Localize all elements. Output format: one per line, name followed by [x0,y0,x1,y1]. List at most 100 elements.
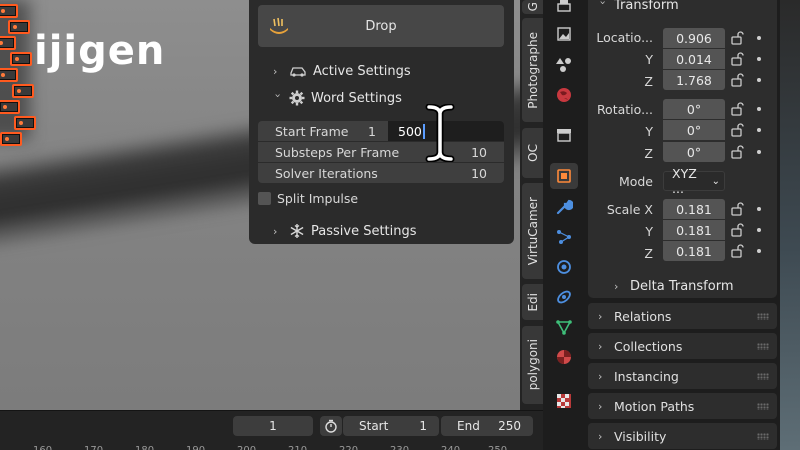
lock-open-icon[interactable] [730,73,744,87]
drag-handle-icon[interactable] [757,342,769,350]
instancing-section[interactable]: › Instancing [588,363,777,389]
drop-button[interactable]: Drop [258,5,504,47]
lock-open-icon[interactable] [730,244,744,258]
tab-virtucamer[interactable]: VirtuCamer [522,183,543,279]
lock-open-icon[interactable] [730,223,744,237]
motion-paths-section[interactable]: › Motion Paths [588,393,777,419]
lock-open-icon[interactable] [730,145,744,159]
keyframe-dot-icon[interactable] [757,57,761,61]
current-frame-field[interactable]: 1 [233,416,313,436]
keyframe-dot-icon[interactable] [757,249,761,253]
location-y-field[interactable]: 0.014 [663,49,725,69]
rotation-z-field[interactable]: 0° [663,142,725,162]
drag-handle-icon[interactable] [757,432,769,440]
lock-open-icon[interactable] [730,123,744,137]
keyframe-dot-icon[interactable] [757,36,761,40]
section-label: Relations [614,308,672,324]
world-icon[interactable] [553,84,575,106]
solver-iterations-field[interactable]: Solver Iterations 10 [258,163,504,183]
brick [12,84,34,98]
tab-g[interactable]: G [522,0,543,14]
keyframe-dot-icon[interactable] [757,107,761,111]
material-icon[interactable] [553,346,575,368]
lock-open-icon[interactable] [730,52,744,66]
keyframe-dot-icon[interactable] [757,128,761,132]
stopwatch-icon [325,419,337,433]
keyframe-dot-icon[interactable] [757,228,761,232]
split-impulse-toggle[interactable]: Split Impulse [258,189,358,207]
addon-tab-strip: G Photographe OC VirtuCamer Edi polygoni [520,0,543,410]
brick [0,4,18,18]
timeline-ruler[interactable]: 160 170 180 190 200 210 220 230 240 250 [0,445,543,450]
location-z-field[interactable]: 1.768 [663,70,725,90]
keyframe-dot-icon[interactable] [757,150,761,154]
keyframe-dot-icon[interactable] [757,78,761,82]
relations-section[interactable]: › Relations [588,303,777,329]
ruler-tick-label: 210 [288,445,307,450]
delta-transform-header[interactable]: › Delta Transform [614,275,733,297]
scale-z-field[interactable]: 0.181 [663,241,725,261]
scale-y-field[interactable]: 0.181 [663,220,725,240]
chevron-right-icon: › [598,369,603,383]
tab-oc[interactable]: OC [522,128,543,178]
texture-icon[interactable] [553,390,575,412]
collection-icon[interactable] [553,124,575,146]
tab-edi[interactable]: Edi [522,284,543,320]
tab-photographe[interactable]: Photographe [522,18,543,122]
physics-icon[interactable] [553,256,575,278]
rotation-mode-value: XYZ ... [672,166,697,196]
rotation-mode-dropdown[interactable]: XYZ ... ⌄ [663,166,725,196]
axis-y-label: Y [645,52,653,67]
rotation-y-field[interactable]: 0° [663,120,725,140]
drag-handle-icon[interactable] [757,372,769,380]
snowflake-icon [290,224,304,238]
active-settings-header[interactable]: › Active Settings [273,60,411,82]
start-frame-timeline-field[interactable]: Start 1 [343,416,439,436]
substeps-label: Substeps Per Frame [275,144,400,160]
object-data-icon[interactable] [553,316,575,338]
ruler-tick-label: 180 [135,445,154,450]
chevron-right-icon: › [273,224,278,238]
section-label: Visibility [614,428,667,444]
printer-icon[interactable] [553,0,575,18]
brick [0,36,16,50]
split-impulse-label: Split Impulse [277,190,359,206]
scale-x-field[interactable]: 0.181 [663,199,725,219]
lock-open-icon[interactable] [730,202,744,216]
transform-header[interactable]: › Transform [596,0,679,16]
start-frame-field[interactable]: Start Frame 1 500 [258,121,504,141]
properties-editor: › Transform Locatio... 0.906 Y 0.014 Z 1… [585,0,800,450]
stopwatch-button[interactable] [320,416,342,436]
lock-open-icon[interactable] [730,102,744,116]
location-x-field[interactable]: 0.906 [663,28,725,48]
section-label: Collections [614,338,683,354]
particles-icon[interactable] [553,226,575,248]
ruler-tick-label: 190 [186,445,205,450]
passive-settings-header[interactable]: › Passive Settings [273,220,417,242]
drag-handle-icon[interactable] [757,312,769,320]
drag-handle-icon[interactable] [757,402,769,410]
tab-polygoni[interactable]: polygoni [522,326,543,404]
substeps-value: 10 [471,144,487,160]
wrench-icon[interactable] [553,196,575,218]
object-icon[interactable] [553,165,575,187]
lock-open-icon[interactable] [730,31,744,45]
selected-brick-stack[interactable] [0,0,52,156]
image-icon[interactable] [553,23,575,45]
scene-icon[interactable] [553,53,575,75]
substeps-per-frame-field[interactable]: Substeps Per Frame 10 [258,142,504,162]
split-impulse-checkbox[interactable] [258,191,271,205]
word-settings-label: Word Settings [311,90,402,106]
word-settings-header[interactable]: › Word Settings [272,87,402,109]
collections-section[interactable]: › Collections [588,333,777,359]
delta-transform-label: Delta Transform [630,278,734,294]
keyframe-dot-icon[interactable] [757,207,761,211]
chevron-down-icon: › [596,0,610,5]
constraints-icon[interactable] [553,286,575,308]
end-frame-timeline-field[interactable]: End 250 [441,416,533,436]
rotation-x-field[interactable]: 0° [663,99,725,119]
physics-drop-panel: Drop › Active Settings › Word Settings S… [249,0,514,244]
brick [8,20,30,34]
location-label: Locatio... [596,30,653,45]
visibility-section[interactable]: › Visibility [588,423,777,449]
